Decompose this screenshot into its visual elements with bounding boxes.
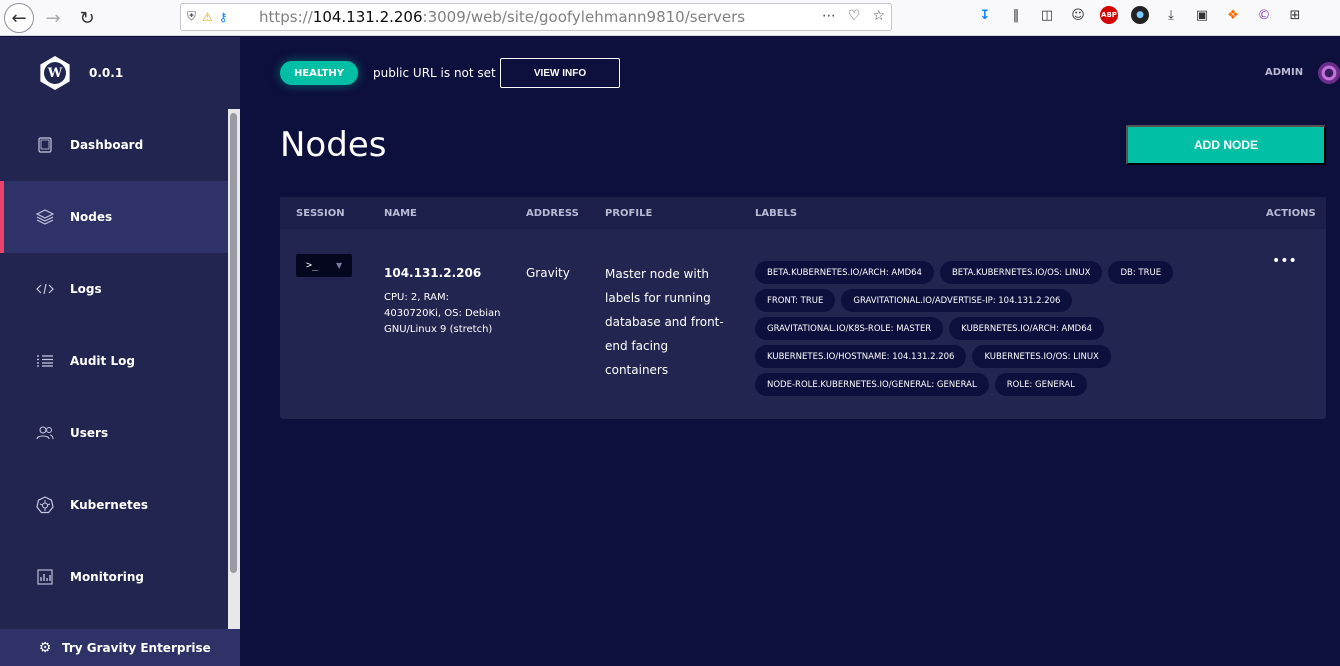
layers-icon (36, 208, 54, 226)
sidebar-item-label: Monitoring (70, 570, 144, 584)
sidebar-nav: Dashboard Nodes Logs Audit Log Users Kub… (0, 109, 228, 613)
url-text: https://104.131.2.206:3009/web/site/goof… (259, 8, 746, 26)
page-title: Nodes (280, 125, 387, 165)
screenshot-icon[interactable]: ▣ (1193, 6, 1211, 24)
table-header: SESSION NAME ADDRESS PROFILE LABELS ACTI… (280, 197, 1326, 229)
shield-icon[interactable]: ⛨ (187, 9, 196, 24)
sidebar-item-nodes[interactable]: Nodes (0, 181, 228, 253)
tablet-icon (36, 136, 54, 154)
node-specs: CPU: 2, RAM: 4030720Ki, OS: Debian GNU/L… (384, 292, 501, 335)
sidebar: W 0.0.1 Dashboard Nodes Logs Audit Log U… (0, 37, 240, 666)
add-node-button[interactable]: ADD NODE (1126, 125, 1326, 165)
label-chip: GRAVITATIONAL.IO/ADVERTISE-IP: 104.131.2… (841, 289, 1073, 312)
sidebar-item-label: Audit Log (70, 354, 135, 368)
sidebar-item-label: Users (70, 426, 109, 440)
copyright-extension-icon[interactable]: © (1255, 6, 1273, 24)
try-enterprise-label: Try Gravity Enterprise (62, 640, 211, 655)
label-chip: FRONT: TRUE (755, 289, 836, 312)
reload-icon: ↻ (79, 7, 95, 29)
label-chip: BETA.KUBERNETES.IO/ARCH: AMD64 (755, 261, 934, 284)
view-info-button[interactable]: VIEW INFO (500, 58, 620, 88)
column-header-actions: ACTIONS (1266, 208, 1316, 219)
list-icon (36, 352, 54, 370)
wordpress-logo-icon[interactable]: W (40, 56, 70, 90)
health-status-badge: HEALTHY (280, 61, 358, 85)
label-chip: KUBERNETES.IO/ARCH: AMD64 (949, 317, 1105, 340)
extension-circle-icon[interactable]: ● (1131, 6, 1149, 24)
back-button[interactable]: ← (4, 3, 34, 33)
label-chip: NODE-ROLE.KUBERNETES.IO/GENERAL: GENERAL (755, 373, 989, 396)
sidebar-item-monitoring[interactable]: Monitoring (0, 541, 228, 613)
arrow-left-icon: ← (11, 7, 27, 29)
account-icon[interactable]: ☺ (1069, 6, 1087, 24)
warning-lock-icon[interactable]: ⚠ (202, 10, 213, 24)
kubernetes-icon (36, 496, 54, 514)
sidebar-item-label: Dashboard (70, 138, 144, 152)
column-header-session: SESSION (296, 208, 345, 219)
label-chip: KUBERNETES.IO/HOSTNAME: 104.131.2.206 (755, 345, 967, 368)
sidebar-toggle-icon[interactable]: ◫ (1038, 6, 1056, 24)
try-enterprise-button[interactable]: ⚙ Try Gravity Enterprise (0, 629, 240, 666)
public-url-status: public URL is not set (373, 66, 496, 80)
node-address: Gravity (526, 266, 570, 280)
download-arrow-icon[interactable]: ⤓ (1162, 6, 1180, 24)
node-profile: Master node with labels for running data… (605, 267, 724, 377)
brand: W 0.0.1 (0, 37, 240, 109)
forward-button[interactable]: → (38, 3, 68, 33)
label-chip: KUBERNETES.IO/OS: LINUX (972, 345, 1111, 368)
gear-icon: ⚙ (38, 639, 52, 656)
more-actions-icon[interactable]: ⋯ (822, 8, 836, 24)
pocket-icon[interactable]: ♡ (848, 8, 861, 24)
address-bar[interactable]: ⛨ ⚠ ⚷ https://104.131.2.206:3009/web/sit… (180, 3, 892, 31)
app-version: 0.0.1 (89, 66, 124, 80)
users-icon (36, 424, 54, 442)
row-actions-menu-button[interactable]: ••• (1272, 253, 1297, 269)
nodes-table: SESSION NAME ADDRESS PROFILE LABELS ACTI… (280, 197, 1326, 419)
user-menu-label[interactable]: ADMIN (1265, 67, 1303, 78)
sidebar-item-label: Kubernetes (70, 498, 148, 512)
sidebar-scrollbar-thumb[interactable] (230, 113, 237, 573)
sidebar-item-label: Nodes (70, 210, 113, 224)
browser-toolbar: ← → ↻ ⛨ ⚠ ⚷ https://104.131.2.206:3009/w… (0, 0, 1340, 36)
sidebar-item-dashboard[interactable]: Dashboard (0, 109, 228, 181)
arrow-right-icon: → (45, 7, 61, 29)
terminal-icon: >_ (306, 260, 319, 271)
chart-icon (36, 568, 54, 586)
column-header-labels: LABELS (755, 208, 798, 219)
label-chip: GRAVITATIONAL.IO/K8S-ROLE: MASTER (755, 317, 944, 340)
crop-icon[interactable]: ⊞ (1286, 6, 1304, 24)
sidebar-item-logs[interactable]: Logs (0, 253, 228, 325)
node-labels: BETA.KUBERNETES.IO/ARCH: AMD64 BETA.KUBE… (755, 261, 1225, 396)
adblock-icon[interactable]: ABP (1100, 6, 1118, 24)
label-chip: DB: TRUE (1108, 261, 1174, 284)
sidebar-item-users[interactable]: Users (0, 397, 228, 469)
column-header-name: NAME (384, 208, 417, 219)
column-header-profile: PROFILE (605, 208, 653, 219)
caret-down-icon: ▼ (336, 261, 343, 270)
code-icon (36, 280, 54, 298)
sidebar-item-kubernetes[interactable]: Kubernetes (0, 469, 228, 541)
downloads-icon[interactable]: ↧ (976, 6, 994, 24)
sidebar-scrollbar[interactable] (228, 109, 240, 629)
sidebar-item-audit-log[interactable]: Audit Log (0, 325, 228, 397)
key-icon[interactable]: ⚷ (219, 10, 228, 24)
library-icon[interactable]: ‖ (1007, 6, 1025, 24)
bookmark-star-icon[interactable]: ☆ (872, 8, 885, 24)
reload-button[interactable]: ↻ (72, 3, 102, 33)
column-header-address: ADDRESS (526, 208, 579, 219)
user-avatar[interactable] (1318, 62, 1340, 84)
sidebar-item-label: Logs (70, 282, 102, 296)
main-content: HEALTHY public URL is not set VIEW INFO … (240, 37, 1340, 666)
node-hostname: 104.131.2.206 (384, 266, 482, 280)
label-chip: ROLE: GENERAL (994, 373, 1087, 396)
ssh-session-button[interactable]: >_ ▼ (296, 254, 352, 277)
label-chip: BETA.KUBERNETES.IO/OS: LINUX (939, 261, 1103, 284)
link-extension-icon[interactable]: ❖ (1224, 6, 1242, 24)
